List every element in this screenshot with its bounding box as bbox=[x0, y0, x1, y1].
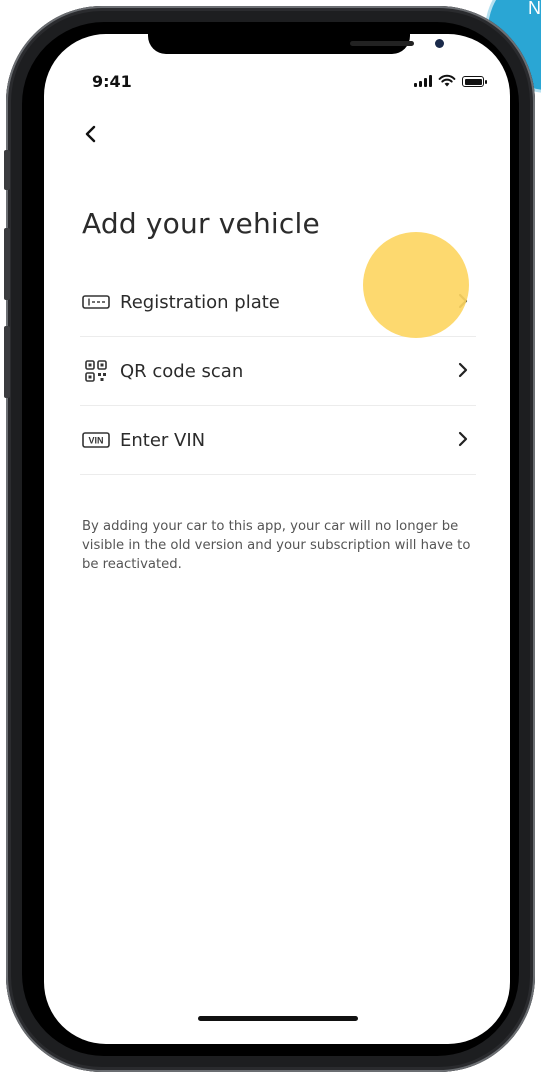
cellular-signal-icon bbox=[414, 75, 432, 87]
app-screen: 9:41 Add your vehicle Registration plate… bbox=[44, 34, 510, 1044]
screenshot-stage: N 9:41 Add your vehicle Registration pla… bbox=[0, 0, 541, 1078]
tap-highlight bbox=[363, 232, 469, 338]
vin-icon-text: VIN bbox=[88, 436, 103, 446]
home-indicator[interactable] bbox=[198, 1016, 358, 1021]
volume-down-button bbox=[4, 326, 10, 398]
status-icons bbox=[414, 74, 487, 87]
option-qr-code-scan[interactable]: QR code scan bbox=[80, 337, 476, 406]
volume-up-button bbox=[4, 228, 10, 300]
option-enter-vin[interactable]: VIN Enter VIN bbox=[80, 406, 476, 475]
option-label: Registration plate bbox=[120, 291, 280, 313]
notch bbox=[148, 34, 444, 54]
status-time: 9:41 bbox=[92, 72, 132, 91]
vin-icon: VIN bbox=[82, 429, 110, 451]
qr-code-icon bbox=[82, 360, 110, 382]
chevron-right-icon bbox=[458, 362, 468, 378]
option-label: QR code scan bbox=[120, 360, 244, 382]
license-plate-icon bbox=[82, 291, 110, 313]
page-title: Add your vehicle bbox=[82, 206, 320, 240]
battery-icon bbox=[462, 76, 487, 87]
front-camera bbox=[435, 39, 444, 48]
option-label: Enter VIN bbox=[120, 429, 206, 451]
chevron-right-icon bbox=[458, 431, 468, 447]
wifi-icon bbox=[438, 74, 456, 87]
mute-switch bbox=[4, 150, 10, 190]
disclaimer-text: By adding your car to this app, your car… bbox=[82, 519, 471, 573]
speaker-grille bbox=[350, 41, 414, 46]
back-button[interactable] bbox=[80, 122, 104, 146]
corner-bubble-text: N bbox=[528, 0, 541, 18]
